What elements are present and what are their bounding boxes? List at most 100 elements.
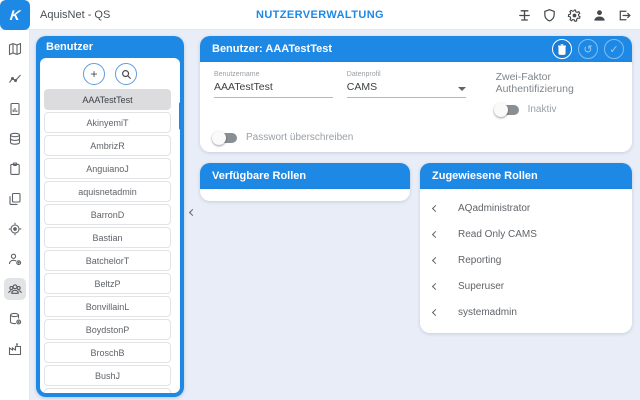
chevron-left-icon: [431, 230, 438, 237]
user-list-item[interactable]: BarronD: [44, 204, 171, 225]
chevron-left-icon: [431, 256, 438, 263]
user-list-item[interactable]: AnguianoJ: [44, 158, 171, 179]
sidebar-item-groups[interactable]: [4, 278, 26, 300]
shield-icon[interactable]: [541, 7, 557, 23]
groups-icon: [8, 282, 22, 296]
user-list-panel: Benutzer + AAATestTestAkinyemiTAmbrizRAn…: [36, 36, 184, 397]
sidebar-item-documents[interactable]: [4, 188, 26, 210]
search-user-button[interactable]: [115, 63, 137, 85]
username-label: Benutzername: [214, 71, 333, 78]
password-override-toggle[interactable]: [214, 133, 237, 143]
chevron-down-icon: [458, 87, 466, 91]
sidebar-item-database-settings[interactable]: [4, 308, 26, 330]
assigned-roles-title: Zugewiesene Rollen: [420, 170, 632, 182]
assigned-roles-panel: Zugewiesene Rollen AQadministrator Read …: [420, 163, 632, 333]
database-settings-icon: [8, 312, 22, 326]
assigned-role-row: Superuser: [420, 273, 632, 299]
sidebar-item-report[interactable]: [4, 98, 26, 120]
user-list-item[interactable]: BonvillainL: [44, 296, 171, 317]
assigned-role-row: systemadmin: [420, 299, 632, 325]
user-list-item[interactable]: AkinyemiT: [44, 112, 171, 133]
confirm-button[interactable]: ✓: [604, 39, 624, 59]
sidebar-item-user-settings[interactable]: [4, 248, 26, 270]
role-label: Reporting: [458, 255, 501, 266]
user-list-item[interactable]: BroschB: [44, 342, 171, 363]
delete-user-button[interactable]: [552, 39, 572, 59]
user-list-item[interactable]: BoydstonP: [44, 319, 171, 340]
username-field: Benutzername AAATestTest: [214, 71, 333, 115]
sidebar-item-map[interactable]: [4, 38, 26, 60]
assigned-role-row: AQadministrator: [420, 195, 632, 221]
move-role-left-button[interactable]: [420, 258, 450, 263]
move-role-left-button[interactable]: [420, 284, 450, 289]
sidebar-item-factory[interactable]: [4, 338, 26, 360]
role-label: Read Only CAMS: [458, 229, 537, 240]
user-list-item-partial[interactable]: [44, 388, 171, 393]
sidebar-item-database[interactable]: [4, 128, 26, 150]
dataprofile-field: Datenprofil CAMS: [347, 71, 466, 115]
detail-panel-header: Benutzer: AAATestTest ↺ ✓: [200, 36, 632, 62]
delete-icon: [557, 44, 567, 55]
user-panel-body: + AAATestTestAkinyemiTAmbrizRAnguianoJaq…: [40, 58, 180, 393]
logout-icon[interactable]: [616, 7, 632, 23]
app-window: K AquisNet - QS NUTZERVERWALTUNG: [0, 0, 640, 400]
database-icon: [8, 132, 22, 146]
confirm-icon: ✓: [609, 43, 618, 56]
user-list-item[interactable]: Bastian: [44, 227, 171, 248]
clipboard-icon: [8, 162, 22, 176]
move-role-left-button[interactable]: [420, 232, 450, 237]
topbar-actions: [516, 0, 632, 30]
role-label: systemadmin: [458, 307, 517, 318]
account-icon[interactable]: [591, 7, 607, 23]
search-icon: [121, 69, 132, 80]
move-role-left-button[interactable]: [420, 206, 450, 211]
user-list-item[interactable]: BushJ: [44, 365, 171, 386]
user-list-item[interactable]: BatchelorT: [44, 250, 171, 271]
documents-icon: [8, 192, 22, 206]
machine-icon[interactable]: [516, 7, 532, 23]
user-list-item[interactable]: AAATestTest: [44, 89, 171, 110]
chevron-left-icon: [431, 204, 438, 211]
username-input[interactable]: AAATestTest: [214, 78, 333, 98]
add-icon: +: [90, 67, 97, 81]
user-list-item[interactable]: AmbrizR: [44, 135, 171, 156]
twofactor-label: Zwei-Faktor Authentifizierung: [496, 71, 618, 95]
add-user-button[interactable]: +: [83, 63, 105, 85]
twofactor-toggle[interactable]: [496, 105, 519, 115]
chevron-left-icon: [188, 208, 195, 215]
assigned-roles-body: AQadministrator Read Only CAMS Reporting…: [420, 189, 632, 333]
undo-icon: ↺: [583, 43, 592, 56]
sidebar-item-chart[interactable]: [4, 68, 26, 90]
detail-panel-title: Benutzer: AAATestTest: [200, 43, 552, 55]
twofactor-section: Zwei-Faktor Authentifizierung Inaktiv: [496, 71, 618, 115]
available-roles-body: [200, 189, 410, 201]
user-list-item[interactable]: aquisnetadmin: [44, 181, 171, 202]
dataprofile-label: Datenprofil: [347, 71, 466, 78]
user-panel-title: Benutzer: [36, 36, 184, 58]
topbar: K AquisNet - QS NUTZERVERWALTUNG: [0, 0, 640, 30]
sidebar-item-target[interactable]: [4, 218, 26, 240]
user-list-item[interactable]: BeltzP: [44, 273, 171, 294]
available-roles-title: Verfügbare Rollen: [200, 170, 410, 182]
collapse-panel-button[interactable]: [187, 204, 197, 220]
chart-icon: [8, 72, 22, 86]
user-list: AAATestTestAkinyemiTAmbrizRAnguianoJaqui…: [40, 89, 180, 393]
user-settings-icon: [8, 252, 22, 266]
report-icon: [8, 102, 22, 116]
user-list-scrollbar[interactable]: [179, 102, 183, 130]
detail-actions: ↺ ✓: [552, 39, 624, 59]
password-override-label: Passwort überschreiben: [246, 132, 353, 143]
dataprofile-select[interactable]: CAMS: [347, 78, 466, 98]
factory-icon: [8, 342, 22, 356]
map-icon: [8, 42, 22, 56]
detail-panel-body: Benutzername AAATestTest Datenprofil CAM…: [200, 62, 632, 152]
move-role-left-button[interactable]: [420, 310, 450, 315]
chevron-left-icon: [431, 282, 438, 289]
user-detail-panel: Benutzer: AAATestTest ↺ ✓ Benutzername A…: [200, 36, 632, 152]
undo-button[interactable]: ↺: [578, 39, 598, 59]
assigned-role-row: Reporting: [420, 247, 632, 273]
settings-icon[interactable]: [566, 7, 582, 23]
role-label: Superuser: [458, 281, 504, 292]
sidebar-item-clipboard[interactable]: [4, 158, 26, 180]
assigned-roles-header: Zugewiesene Rollen: [420, 163, 632, 189]
